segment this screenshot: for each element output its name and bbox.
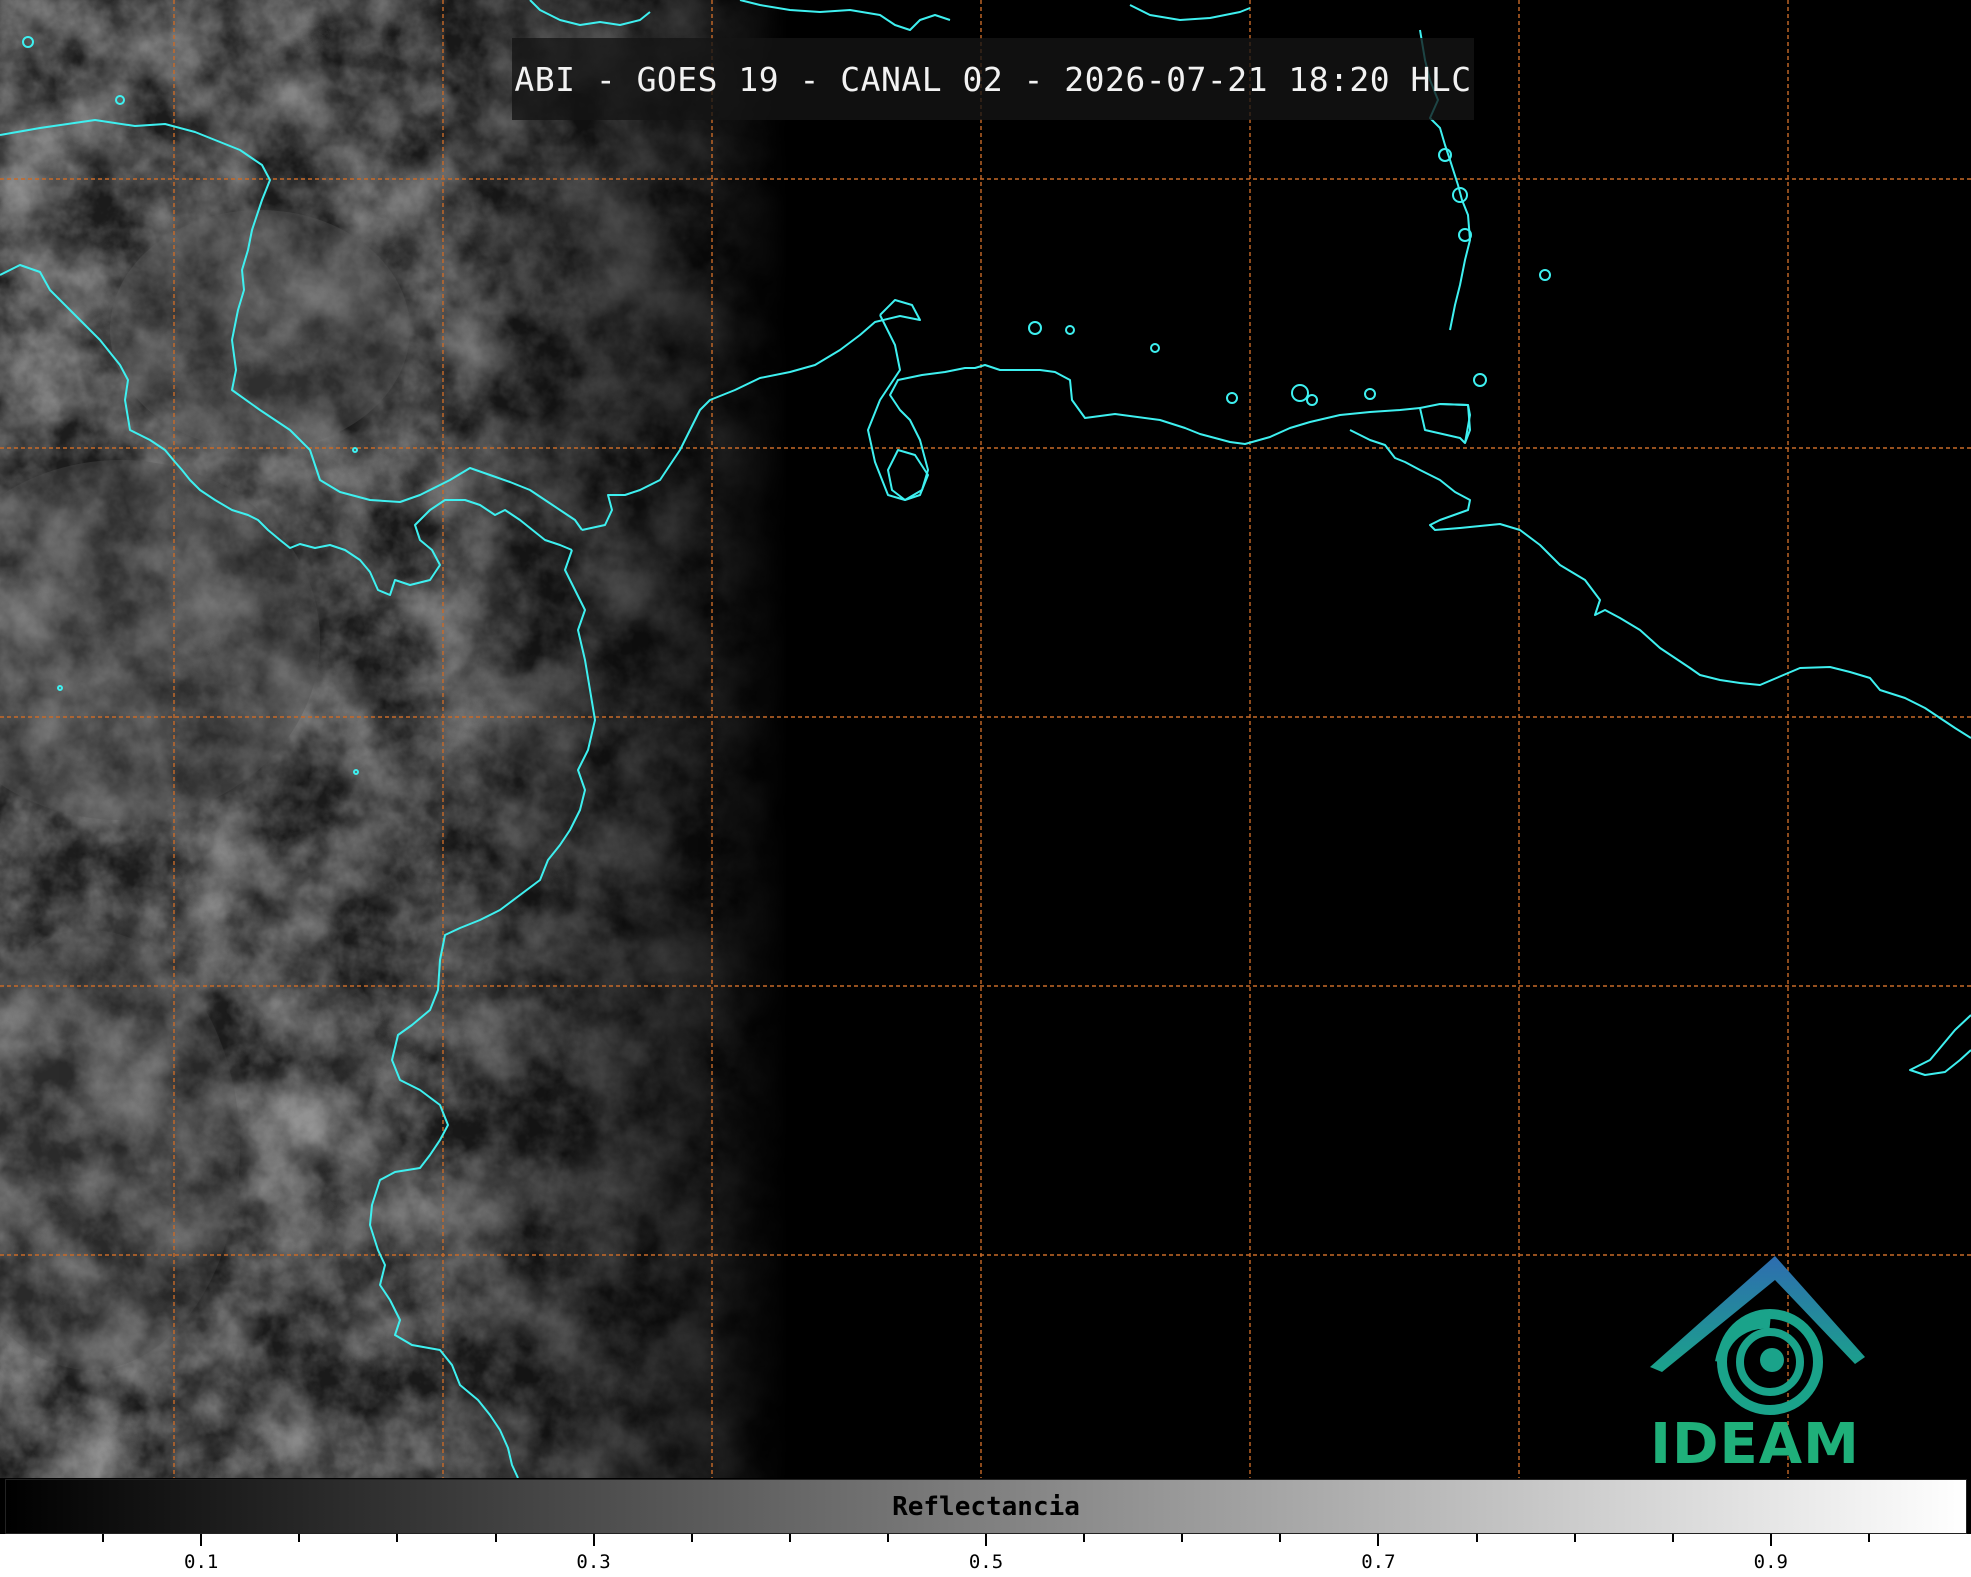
colorbar-minor-tick <box>690 1534 693 1542</box>
colorbar-minor-tick <box>1181 1534 1184 1542</box>
colorbar-minor-tick <box>298 1534 301 1542</box>
colorbar-minor-tick <box>1671 1534 1674 1542</box>
colorbar-major-tick <box>200 1534 203 1546</box>
colorbar-minor-tick <box>1475 1534 1478 1542</box>
colorbar-minor-tick <box>396 1534 399 1542</box>
ideam-logo-text: IDEAM <box>1650 1412 1860 1477</box>
colorbar-minor-tick <box>102 1534 105 1542</box>
colorbar-minor-tick <box>1083 1534 1086 1542</box>
colorbar-minor-tick <box>1279 1534 1282 1542</box>
colorbar-minor-tick <box>788 1534 791 1542</box>
colorbar-minor-tick <box>1573 1534 1576 1542</box>
colorbar-major-tick <box>592 1534 595 1546</box>
colorbar-label: Reflectancia <box>892 1491 1080 1522</box>
colorbar-tick-label: 0.9 <box>1753 1551 1788 1573</box>
image-title: ABI - GOES 19 - CANAL 02 - 2026-07-21 18… <box>514 59 1472 99</box>
colorbar-major-tick <box>985 1534 987 1546</box>
colorbar-tick-label: 0.1 <box>184 1551 219 1573</box>
colorbar-major-tick <box>1769 1534 1772 1546</box>
colorbar-minor-tick <box>1867 1534 1870 1542</box>
colorbar-minor-tick <box>494 1534 497 1542</box>
colorbar-tick-label: 0.7 <box>1361 1551 1396 1573</box>
colorbar-minor-tick <box>886 1534 889 1542</box>
ideam-logo-icon <box>1650 1256 1865 1415</box>
colorbar-major-tick <box>1377 1534 1380 1546</box>
colorbar-tick-label: 0.5 <box>968 1551 1004 1573</box>
colorbar-tick-label: 0.3 <box>576 1551 611 1573</box>
